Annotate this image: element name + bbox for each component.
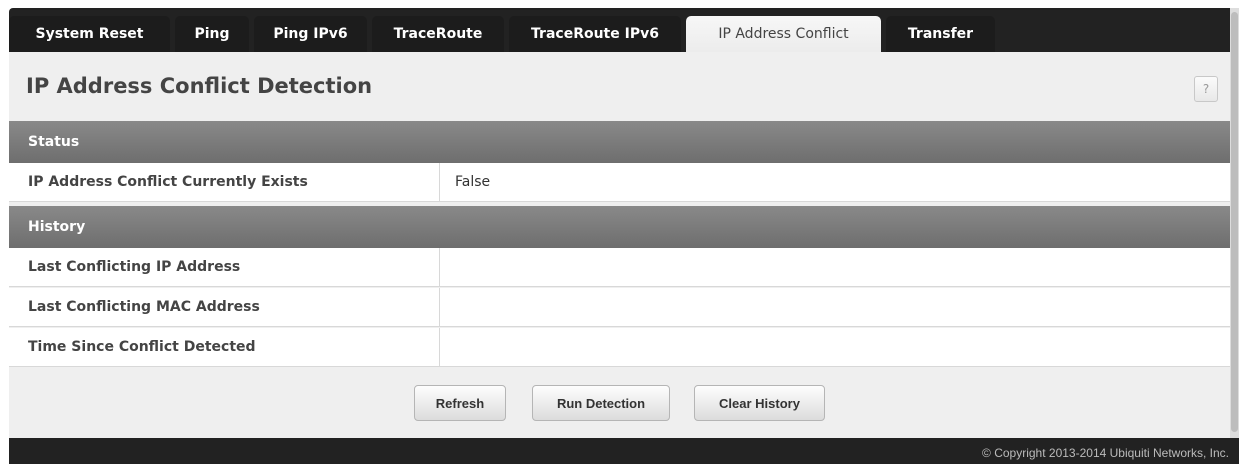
refresh-button[interactable]: Refresh [414,385,506,421]
run-detection-button[interactable]: Run Detection [532,385,670,421]
tab-ping[interactable]: Ping [175,16,249,52]
conflict-exists-value: False [455,174,491,190]
table-row: Last Conflicting IP Address [9,248,1230,287]
action-buttons: Refresh Run Detection Clear History [9,385,1230,421]
tab-bar: System Reset Ping Ping IPv6 TraceRoute T… [9,16,1000,52]
copyright-text: © Copyright 2013-2014 Ubiquiti Networks,… [982,446,1229,460]
status-section-header: Status [9,121,1230,163]
tab-traceroute[interactable]: TraceRoute [372,16,504,52]
tab-transfer[interactable]: Transfer [886,16,995,52]
help-button[interactable]: ? [1194,76,1218,102]
last-conflicting-mac-label: Last Conflicting MAC Address [9,288,440,326]
tab-ping-ipv6[interactable]: Ping IPv6 [254,16,367,52]
tab-traceroute-ipv6[interactable]: TraceRoute IPv6 [509,16,681,52]
table-row: Last Conflicting MAC Address [9,288,1230,327]
conflict-exists-label: IP Address Conflict Currently Exists [9,163,440,201]
page-title: IP Address Conflict Detection [26,74,373,98]
scrollbar-thumb[interactable] [1231,12,1238,432]
tab-system-reset[interactable]: System Reset [9,16,170,52]
table-row: Time Since Conflict Detected [9,328,1230,367]
status-row: IP Address Conflict Currently Exists Fal… [9,163,1230,202]
clear-history-button[interactable]: Clear History [694,385,825,421]
history-section-header: History [9,206,1230,248]
last-conflicting-ip-label: Last Conflicting IP Address [9,248,440,286]
tab-ip-address-conflict[interactable]: IP Address Conflict [686,16,881,52]
time-since-conflict-label: Time Since Conflict Detected [9,328,440,366]
content-panel: IP Address Conflict Detection ? Status I… [9,52,1230,438]
